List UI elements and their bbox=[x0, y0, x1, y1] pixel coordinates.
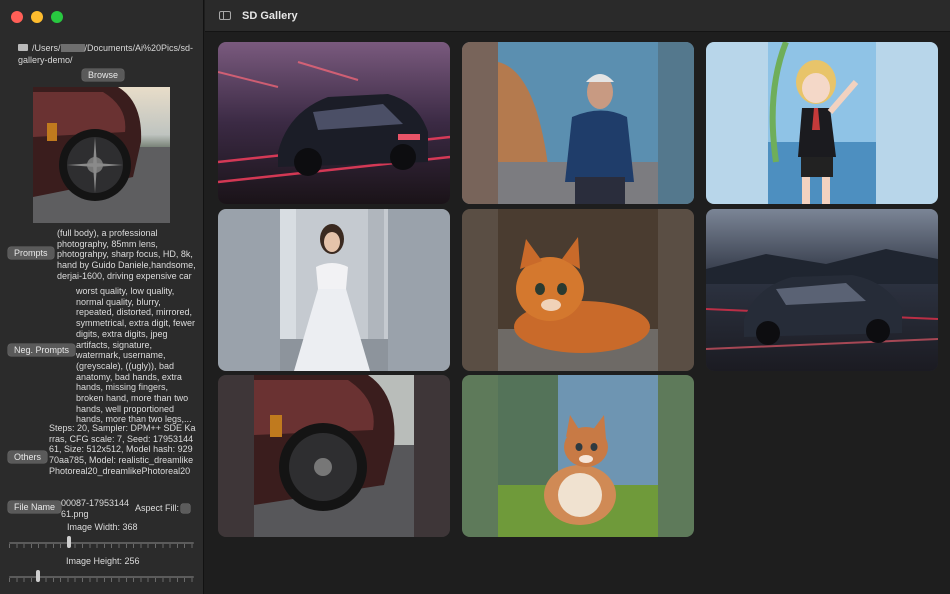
gallery-image-car-wheel[interactable] bbox=[218, 375, 450, 537]
redacted-username bbox=[60, 44, 85, 52]
folder-path-prefix: /Users/ bbox=[32, 43, 61, 53]
file-name-button[interactable]: File Name bbox=[8, 501, 62, 513]
neg-prompts-text: worst quality, low quality, normal quali… bbox=[76, 286, 196, 425]
image-height-slider[interactable] bbox=[9, 570, 194, 582]
image-height-knob[interactable] bbox=[36, 570, 40, 582]
image-width-ticks bbox=[9, 544, 194, 548]
file-name-text: 00087-1795314461.png bbox=[61, 498, 130, 519]
image-width-slider[interactable] bbox=[9, 536, 194, 548]
aspect-fill-label: Aspect Fill: bbox=[135, 503, 180, 513]
folder-path: /Users//Documents/Ai%20Pics/sd-gallery-d… bbox=[18, 42, 198, 66]
others-text: Steps: 20, Sampler: DPM++ SDE Karras, CF… bbox=[49, 423, 196, 476]
minimize-window-button[interactable] bbox=[31, 11, 43, 23]
image-width-label: Image Width: 368 bbox=[67, 522, 138, 532]
gallery-image-bride[interactable] bbox=[218, 209, 450, 371]
browse-button[interactable]: Browse bbox=[82, 69, 125, 81]
others-button[interactable]: Others bbox=[8, 451, 48, 463]
gallery-image-car-dusk[interactable] bbox=[706, 209, 938, 371]
sidebar: /Users//Documents/Ai%20Pics/sd-gallery-d… bbox=[0, 0, 204, 594]
sidebar-toggle-icon[interactable] bbox=[219, 11, 231, 20]
gallery-image-old-man[interactable] bbox=[462, 42, 694, 204]
image-height-label: Image Height: 256 bbox=[66, 556, 140, 566]
window-controls bbox=[11, 11, 63, 23]
zoom-window-button[interactable] bbox=[51, 11, 63, 23]
prompts-text: (full body), a professional photography,… bbox=[57, 228, 196, 281]
gallery-image-kitten-grass[interactable] bbox=[462, 375, 694, 537]
selected-image-preview bbox=[33, 87, 170, 223]
gallery-image-car-neon[interactable] bbox=[218, 42, 450, 204]
aspect-fill-checkbox[interactable] bbox=[181, 504, 190, 513]
toolbar: SD Gallery bbox=[205, 0, 950, 32]
prompts-button[interactable]: Prompts bbox=[8, 247, 54, 259]
gallery-image-anime-girl[interactable] bbox=[706, 42, 938, 204]
window-title: SD Gallery bbox=[242, 10, 298, 22]
neg-prompts-button[interactable]: Neg. Prompts bbox=[8, 344, 76, 356]
folder-icon bbox=[18, 44, 28, 51]
image-width-knob[interactable] bbox=[67, 536, 71, 548]
close-window-button[interactable] bbox=[11, 11, 23, 23]
gallery-image-kitten-crouching[interactable] bbox=[462, 209, 694, 371]
